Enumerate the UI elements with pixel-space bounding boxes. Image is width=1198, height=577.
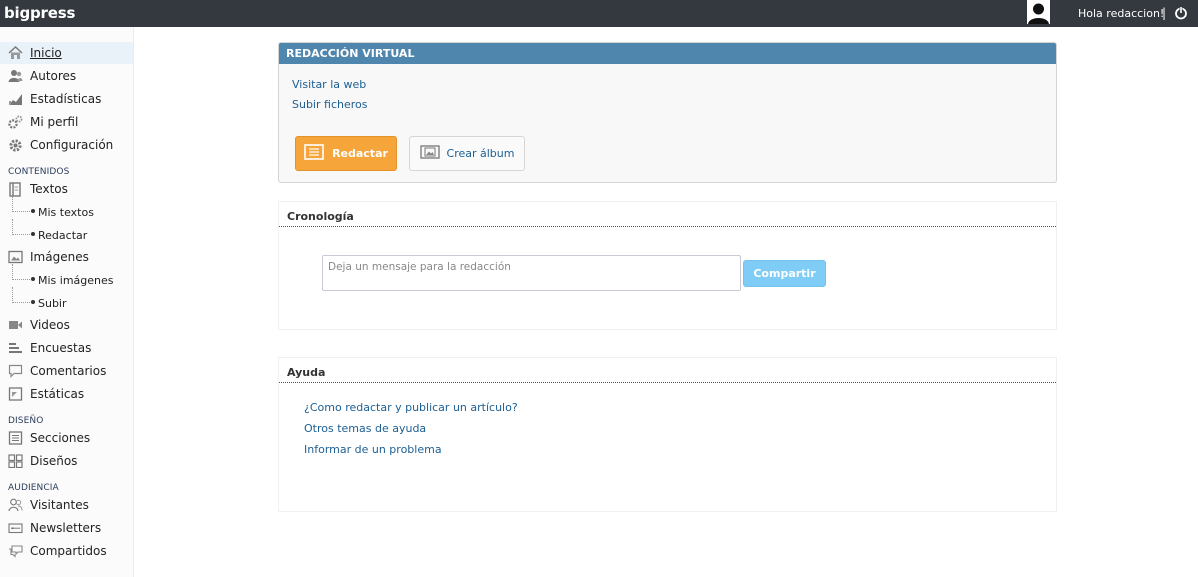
sidebar-item-estaticas[interactable]: Estáticas <box>0 383 133 405</box>
brand-logo[interactable]: bigpress <box>4 4 75 22</box>
users-icon <box>7 68 23 84</box>
sidebar-item-videos[interactable]: Videos <box>0 314 133 336</box>
visit-web-link[interactable]: Visitar la web <box>292 78 366 91</box>
sidebar-item-inicio[interactable]: Inicio <box>0 42 133 64</box>
sidebar-item-label: Autores <box>30 69 77 83</box>
sidebar-subitem-subir[interactable]: Subir <box>0 287 133 314</box>
section-label-contenidos: CONTENIDOS <box>8 167 70 177</box>
write-button-label: Redactar <box>332 147 388 160</box>
section-label-audiencia: AUDIENCIA <box>8 483 59 493</box>
poll-icon <box>7 340 23 356</box>
sidebar-item-estadisticas[interactable]: Estadísticas <box>0 88 133 110</box>
sidebar-subitem-label: Subir <box>38 297 67 310</box>
sidebar-item-label: Textos <box>30 182 68 196</box>
visitors-icon <box>7 497 23 513</box>
panel-title: Ayuda <box>279 358 1056 383</box>
sidebar-item-label: Newsletters <box>30 521 102 535</box>
sidebar-item-label: Secciones <box>30 431 91 445</box>
video-icon <box>7 317 23 333</box>
sidebar-item-secciones[interactable]: Secciones <box>0 427 133 449</box>
sidebar-subitem-label: Mis imágenes <box>38 274 114 287</box>
help-link-other-topics[interactable]: Otros temas de ayuda <box>304 422 426 435</box>
ayuda-panel: Ayuda ¿Como redactar y publicar un artíc… <box>278 357 1057 512</box>
redaccion-virtual-panel: REDACCIÓN VIRTUAL Visitar la web Subir f… <box>278 42 1057 183</box>
panel-title: Cronología <box>279 202 1056 227</box>
album-icon <box>419 145 440 162</box>
sidebar: Inicio Autores Estadísticas Mi perfil Co… <box>0 27 134 577</box>
sidebar-item-label: Configuración <box>30 138 114 152</box>
message-input[interactable] <box>322 255 741 291</box>
share-button[interactable]: Compartir <box>743 260 826 287</box>
book-icon <box>7 181 23 197</box>
sidebar-item-compartidos[interactable]: Compartidos <box>0 540 133 562</box>
sidebar-item-encuestas[interactable]: Encuestas <box>0 337 133 359</box>
cronologia-panel: Cronología Compartir <box>278 201 1057 330</box>
help-link-how-to-publish[interactable]: ¿Como redactar y publicar un artículo? <box>304 401 518 414</box>
sidebar-item-configuracion[interactable]: Configuración <box>0 134 133 156</box>
newsletter-icon <box>7 520 23 536</box>
sections-icon <box>7 430 23 446</box>
upload-files-link[interactable]: Subir ficheros <box>292 98 367 111</box>
top-bar: bigpress Hola redaccion! | <box>0 0 1198 27</box>
layouts-icon <box>7 453 23 469</box>
create-album-button-label: Crear álbum <box>446 147 515 160</box>
create-album-button[interactable]: Crear álbum <box>409 136 525 171</box>
sidebar-item-label: Compartidos <box>30 544 107 558</box>
sidebar-item-mi-perfil[interactable]: Mi perfil <box>0 111 133 133</box>
sidebar-item-newsletters[interactable]: Newsletters <box>0 517 133 539</box>
profile-gears-icon <box>7 114 23 130</box>
sidebar-subitem-label: Mis textos <box>38 206 94 219</box>
sidebar-item-label: Videos <box>30 318 70 332</box>
write-button[interactable]: Redactar <box>295 136 397 171</box>
sidebar-item-autores[interactable]: Autores <box>0 65 133 87</box>
sidebar-subitem-redactar[interactable]: Redactar <box>0 219 133 246</box>
image-icon <box>7 249 23 265</box>
sidebar-item-comentarios[interactable]: Comentarios <box>0 360 133 382</box>
sidebar-item-label: Comentarios <box>30 364 107 378</box>
help-link-report-problem[interactable]: Informar de un problema <box>304 443 442 456</box>
stats-icon <box>7 91 23 107</box>
user-greeting[interactable]: Hola redaccion! <box>1078 7 1164 20</box>
sidebar-item-label: Inicio <box>30 46 62 60</box>
user-avatar[interactable] <box>1027 0 1050 24</box>
static-page-icon <box>7 386 23 402</box>
sidebar-item-label: Estadísticas <box>30 92 102 106</box>
home-icon <box>7 45 23 61</box>
comment-icon <box>7 363 23 379</box>
sidebar-item-label: Diseños <box>30 454 78 468</box>
sidebar-item-label: Mi perfil <box>30 115 79 129</box>
sidebar-subitem-label: Redactar <box>38 229 88 242</box>
sidebar-item-label: Imágenes <box>30 250 89 264</box>
power-icon[interactable] <box>1174 6 1188 20</box>
sidebar-item-visitantes[interactable]: Visitantes <box>0 494 133 516</box>
topbar-separator: | <box>1162 6 1167 20</box>
sidebar-item-disenos[interactable]: Diseños <box>0 450 133 472</box>
sidebar-item-label: Encuestas <box>30 341 92 355</box>
gear-icon <box>7 137 23 153</box>
shared-icon <box>7 543 23 559</box>
document-icon <box>304 144 324 163</box>
section-label-diseno: DISEÑO <box>8 416 44 426</box>
panel-header: REDACCIÓN VIRTUAL <box>279 43 1056 64</box>
sidebar-item-label: Estáticas <box>30 387 85 401</box>
sidebar-item-label: Visitantes <box>30 498 89 512</box>
